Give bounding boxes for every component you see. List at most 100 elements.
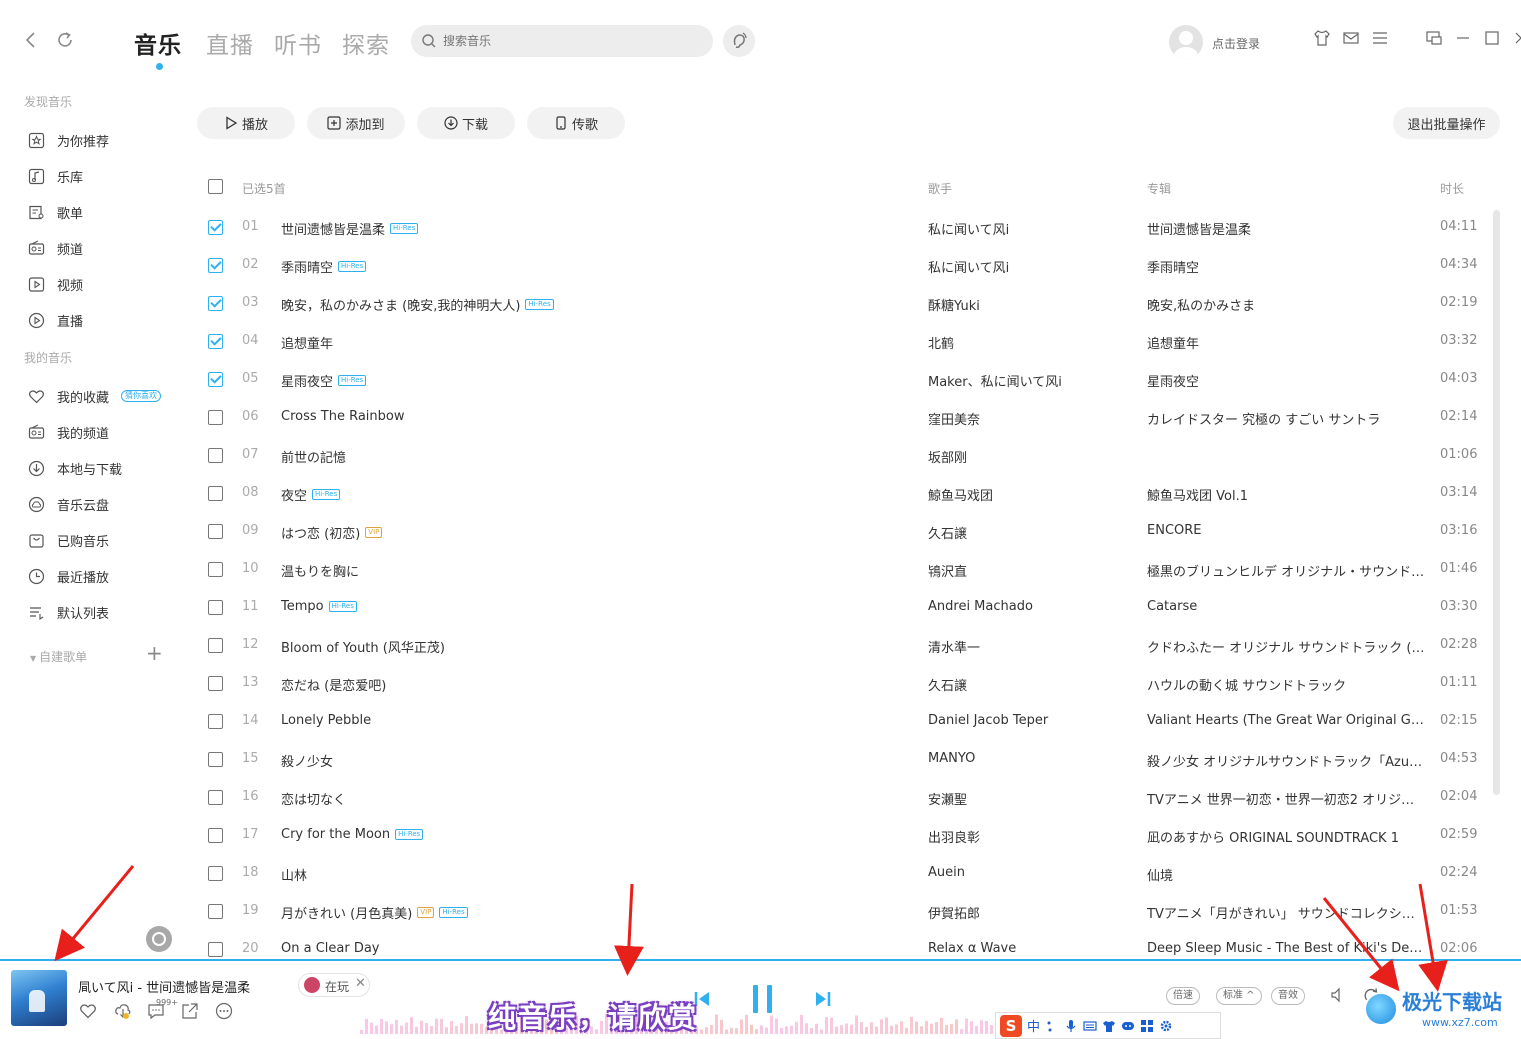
row-checkbox[interactable] <box>208 904 223 919</box>
album-cover[interactable] <box>11 970 67 1026</box>
song-artist[interactable]: MANYO <box>928 751 975 766</box>
row-checkbox[interactable] <box>208 828 223 843</box>
transfer-button[interactable]: 传歌 <box>527 107 625 139</box>
emoji-icon[interactable] <box>1121 1019 1135 1033</box>
row-checkbox[interactable] <box>208 486 223 501</box>
quality-chip[interactable]: 标准 ^ <box>1216 987 1262 1005</box>
skin-icon[interactable] <box>1102 1019 1116 1033</box>
mic-icon[interactable] <box>1064 1019 1078 1033</box>
close-icon[interactable] <box>1511 28 1521 48</box>
table-row[interactable]: 05 星雨夜空 Hi-Res Maker、私に闻いて风i 星雨夜空 04:03 <box>0 360 1490 398</box>
exit-batch-button[interactable]: 退出批量操作 <box>1393 107 1500 139</box>
select-all-checkbox[interactable] <box>208 179 223 194</box>
table-row[interactable]: 15 殺ノ少女 MANYO 殺ノ少女 オリジナルサウンドトラック「Azur Lane」… <box>0 740 1490 778</box>
table-row[interactable]: 08 夜空 Hi-Res 鯨鱼马戏团 鯨鱼马戏团 Vol.1 03:14 <box>0 474 1490 512</box>
row-checkbox[interactable] <box>208 296 223 311</box>
table-row[interactable]: 14 Lonely Pebble Daniel Jacob Teper Valiant… <box>0 702 1490 740</box>
ime-logo[interactable]: S <box>1000 1014 1022 1037</box>
song-album[interactable]: ハウルの動く城 サウンドトラック <box>1147 675 1425 694</box>
song-artist[interactable]: 酥糖Yuki <box>928 295 980 314</box>
tab-audiobook[interactable]: 听书 <box>274 26 322 60</box>
row-checkbox[interactable] <box>208 638 223 653</box>
song-title[interactable]: Lonely Pebble <box>281 713 371 728</box>
scrollbar[interactable] <box>1493 210 1500 795</box>
song-album[interactable]: 凪のあすから ORIGINAL SOUNDTRACK 1 <box>1147 827 1425 846</box>
settings-icon[interactable] <box>1159 1019 1173 1033</box>
table-row[interactable]: 02 季雨晴空 Hi-Res 私に闻いて风i 季雨晴空 04:34 <box>0 246 1490 284</box>
song-artist[interactable]: 安瀬聖 <box>928 789 967 808</box>
song-album[interactable]: Valiant Hearts (The Great War Original G… <box>1147 713 1425 728</box>
table-row[interactable]: 10 温もりを胸に 鴇沢直 極黒のブリュンヒルデ オリジナル・サウンドトラック 01:4… <box>0 550 1490 588</box>
song-album[interactable]: カレイドスター 究極の すごい サントラ <box>1147 409 1425 428</box>
song-album[interactable]: 殺ノ少女 オリジナルサウンドトラック「Azur Lane」 <box>1147 751 1425 770</box>
song-title[interactable]: 温もりを胸に <box>281 561 359 580</box>
column-duration[interactable]: 时长 <box>1440 180 1464 197</box>
column-artist[interactable]: 歌手 <box>928 180 952 197</box>
song-artist[interactable]: 久石譲 <box>928 675 967 694</box>
login-link[interactable]: 点击登录 <box>1212 35 1260 52</box>
song-album[interactable]: 晚安,私のかみさま <box>1147 295 1425 314</box>
row-checkbox[interactable] <box>208 714 223 729</box>
song-title[interactable]: 月がきれい (月色真美) <box>281 903 412 922</box>
song-album[interactable]: 追想童年 <box>1147 333 1425 352</box>
keyboard-icon[interactable] <box>1083 1019 1097 1033</box>
song-title[interactable]: 恋は切なく <box>281 789 346 808</box>
row-checkbox[interactable] <box>208 258 223 273</box>
row-checkbox[interactable] <box>208 600 223 615</box>
song-artist[interactable]: 久石譲 <box>928 523 967 542</box>
table-row[interactable]: 01 世间遗憾皆是温柔 Hi-Res 私に闻いて风i 世间遗憾皆是温柔 04:11 <box>0 208 1490 246</box>
table-row[interactable]: 16 恋は切なく 安瀬聖 TVアニメ 世界一初恋・世界一初恋2 オリジナルサウンドトラ… <box>0 778 1490 816</box>
table-row[interactable]: 04 追想童年 北鹤 追想童年 03:32 <box>0 322 1490 360</box>
song-title[interactable]: 星雨夜空 <box>281 371 333 390</box>
mail-icon[interactable] <box>1341 28 1361 48</box>
song-album[interactable]: 極黒のブリュンヒルデ オリジナル・サウンドトラック <box>1147 561 1425 580</box>
row-checkbox[interactable] <box>208 220 223 235</box>
song-artist[interactable]: 出羽良彰 <box>928 827 980 846</box>
song-title[interactable]: はつ恋 (初恋) <box>281 523 360 542</box>
like-icon[interactable] <box>78 1001 98 1021</box>
back-icon[interactable] <box>19 28 43 52</box>
song-album[interactable]: Deep Sleep Music - The Best of Kiki's De… <box>1147 941 1425 956</box>
toolbox-icon[interactable] <box>1140 1019 1154 1033</box>
download-button[interactable]: 下载 <box>417 107 515 139</box>
volume-icon[interactable] <box>1329 986 1347 1008</box>
search-input[interactable] <box>443 25 703 57</box>
now-playing-pill[interactable]: 在玩 ✕ <box>298 973 370 997</box>
column-album[interactable]: 专辑 <box>1147 180 1171 197</box>
maximize-icon[interactable] <box>1482 28 1502 48</box>
song-title[interactable]: Cry for the Moon <box>281 827 390 842</box>
song-title[interactable]: 前世の記憶 <box>281 447 346 466</box>
table-row[interactable]: 07 前世の記憶 坂部刚 01:06 <box>0 436 1490 474</box>
song-title[interactable]: Cross The Rainbow <box>281 409 404 424</box>
song-title[interactable]: 殺ノ少女 <box>281 751 333 770</box>
song-artist[interactable]: Andrei Machado <box>928 599 1033 614</box>
table-row[interactable]: 18 山林 Auein 仙境 02:24 <box>0 854 1490 892</box>
mini-mode-icon[interactable] <box>1424 28 1444 48</box>
row-checkbox[interactable] <box>208 866 223 881</box>
song-album[interactable]: 仙境 <box>1147 865 1425 884</box>
song-title[interactable]: On a Clear Day <box>281 941 380 956</box>
play-button[interactable]: 播放 <box>197 107 295 139</box>
more-icon[interactable] <box>214 1001 234 1021</box>
row-checkbox[interactable] <box>208 752 223 767</box>
song-title[interactable]: 晚安，私のかみさま (晚安,我的神明大人) <box>281 295 520 314</box>
song-artist[interactable]: 私に闻いて风i <box>928 219 1009 238</box>
song-artist[interactable]: 坂部刚 <box>928 447 967 466</box>
song-artist[interactable]: Maker、私に闻いて风i <box>928 371 1062 390</box>
row-checkbox[interactable] <box>208 448 223 463</box>
minimize-icon[interactable] <box>1453 28 1473 48</box>
row-checkbox[interactable] <box>208 410 223 425</box>
search-box[interactable] <box>411 25 713 57</box>
table-row[interactable]: 11 Tempo Hi-Res Andrei Machado Catarse 03:30 <box>0 588 1490 626</box>
tab-explore[interactable]: 探索 <box>342 26 390 60</box>
song-album[interactable]: 星雨夜空 <box>1147 371 1425 390</box>
song-artist[interactable]: 北鹤 <box>928 333 954 352</box>
row-checkbox[interactable] <box>208 334 223 349</box>
song-artist[interactable]: 窪田美奈 <box>928 409 980 428</box>
song-title[interactable]: Bloom of Youth (风华正茂) <box>281 637 445 656</box>
refresh-icon[interactable] <box>53 28 77 52</box>
table-row[interactable]: 13 恋だね (是恋爱吧) 久石譲 ハウルの動く城 サウンドトラック 01:11 <box>0 664 1490 702</box>
song-album[interactable]: Catarse <box>1147 599 1425 614</box>
song-artist[interactable]: 鯨鱼马戏团 <box>928 485 993 504</box>
song-artist[interactable]: 伊賀拓郎 <box>928 903 980 922</box>
